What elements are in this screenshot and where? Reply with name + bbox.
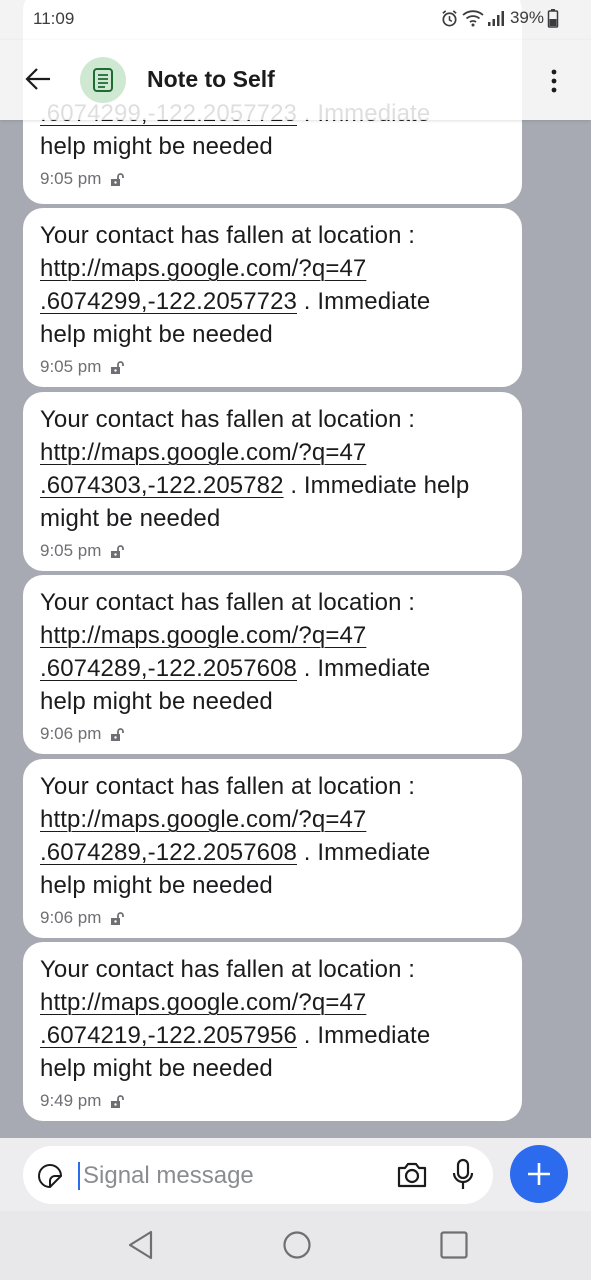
message-meta: 9:49 pm — [40, 1088, 506, 1114]
unlocked-icon — [111, 912, 125, 925]
status-bar: 11:09 39% — [0, 0, 591, 40]
more-menu-button[interactable] — [537, 64, 571, 98]
conversation-title[interactable]: Note to Self — [147, 66, 275, 93]
message-bubble[interactable]: Your contact has fallen at location : ht… — [23, 392, 522, 571]
message-meta: 9:05 pm — [40, 166, 506, 192]
message-body: Your contact has fallen at location : ht… — [40, 586, 506, 718]
message-link[interactable]: http://maps.google.com/?q=47 — [40, 439, 366, 466]
back-button[interactable] — [22, 62, 56, 96]
unlocked-icon — [111, 728, 125, 741]
message-text: Your contact has fallen at location : — [40, 406, 416, 433]
unlocked-icon — [111, 361, 125, 374]
note-icon — [93, 68, 113, 92]
microphone-icon[interactable] — [451, 1158, 475, 1192]
text-caret — [78, 1162, 80, 1190]
message-meta: 9:05 pm — [40, 538, 506, 564]
avatar[interactable] — [80, 57, 126, 103]
alarm-icon — [442, 9, 457, 26]
message-bubble[interactable]: Your contact has fallen at location : ht… — [23, 208, 522, 387]
message-text: help might be needed — [40, 133, 273, 160]
message-meta: 9:05 pm — [40, 354, 506, 380]
battery-icon — [547, 9, 559, 28]
message-body: Your contact has fallen at location : ht… — [40, 953, 506, 1085]
message-link[interactable]: http://maps.google.com/?q=47 — [40, 989, 366, 1016]
wifi-icon — [462, 10, 484, 27]
message-text: . Immediate — [297, 288, 431, 315]
message-time: 9:05 pm — [40, 541, 102, 560]
message-link[interactable]: http://maps.google.com/?q=47 — [40, 806, 366, 833]
system-navigation-bar — [0, 1211, 591, 1280]
unlocked-icon — [111, 545, 125, 558]
message-text: Your contact has fallen at location : — [40, 222, 416, 249]
plus-icon — [528, 1163, 550, 1185]
message-text: Your contact has fallen at location : — [40, 773, 416, 800]
sticker-icon[interactable] — [36, 1162, 64, 1190]
message-list[interactable]: .6074299,-122.2057723 . Immediate help m… — [0, 0, 591, 1138]
status-time: 11:09 — [33, 9, 75, 28]
message-text: Your contact has fallen at location : — [40, 956, 416, 983]
message-input[interactable] — [81, 1156, 365, 1196]
message-time: 9:49 pm — [40, 1091, 102, 1110]
message-text: help might be needed — [40, 1055, 273, 1082]
message-text: . Immediate — [297, 1022, 431, 1049]
nav-home-icon[interactable] — [281, 1229, 313, 1261]
message-meta: 9:06 pm — [40, 721, 506, 747]
message-link[interactable]: http://maps.google.com/?q=47 — [40, 622, 366, 649]
message-text: . Immediate help — [283, 472, 470, 499]
status-icons: 39% — [440, 8, 559, 28]
message-time: 9:06 pm — [40, 908, 102, 927]
message-text: help might be needed — [40, 872, 273, 899]
message-text: help might be needed — [40, 321, 273, 348]
camera-icon[interactable] — [395, 1160, 429, 1190]
message-text: Your contact has fallen at location : — [40, 589, 416, 616]
composer-area — [0, 1138, 591, 1211]
message-link[interactable]: .6074289,-122.2057608 — [40, 839, 297, 866]
message-time: 9:05 pm — [40, 169, 102, 188]
signal-icon — [487, 11, 504, 26]
message-link[interactable]: .6074289,-122.2057608 — [40, 655, 297, 682]
message-bubble[interactable]: Your contact has fallen at location : ht… — [23, 575, 522, 754]
message-composer — [23, 1146, 493, 1204]
message-body: Your contact has fallen at location : ht… — [40, 770, 506, 902]
message-body: Your contact has fallen at location : ht… — [40, 403, 506, 535]
conversation-header: Note to Self — [0, 40, 591, 120]
message-bubble[interactable]: Your contact has fallen at location : ht… — [23, 942, 522, 1121]
message-link[interactable]: .6074299,-122.2057723 — [40, 288, 297, 315]
message-time: 9:05 pm — [40, 357, 102, 376]
unlocked-icon — [111, 173, 125, 186]
unlocked-icon — [111, 1095, 125, 1108]
message-text: might be needed — [40, 505, 221, 532]
arrow-left-icon — [25, 68, 50, 90]
nav-back-icon[interactable] — [125, 1229, 155, 1261]
message-bubble[interactable]: Your contact has fallen at location : ht… — [23, 759, 522, 938]
message-link[interactable]: .6074219,-122.2057956 — [40, 1022, 297, 1049]
message-time: 9:06 pm — [40, 724, 102, 743]
new-attachment-button[interactable] — [510, 1145, 568, 1203]
message-meta: 9:06 pm — [40, 905, 506, 931]
message-text: help might be needed — [40, 688, 273, 715]
message-link[interactable]: http://maps.google.com/?q=47 — [40, 255, 366, 282]
message-text: . Immediate — [297, 655, 431, 682]
message-link[interactable]: .6074303,-122.205782 — [40, 472, 284, 499]
more-vertical-icon — [551, 69, 557, 93]
battery-percent: 39% — [509, 8, 544, 27]
message-body: Your contact has fallen at location : ht… — [40, 219, 506, 351]
message-text: . Immediate — [297, 839, 431, 866]
nav-recents-icon[interactable] — [438, 1229, 470, 1261]
